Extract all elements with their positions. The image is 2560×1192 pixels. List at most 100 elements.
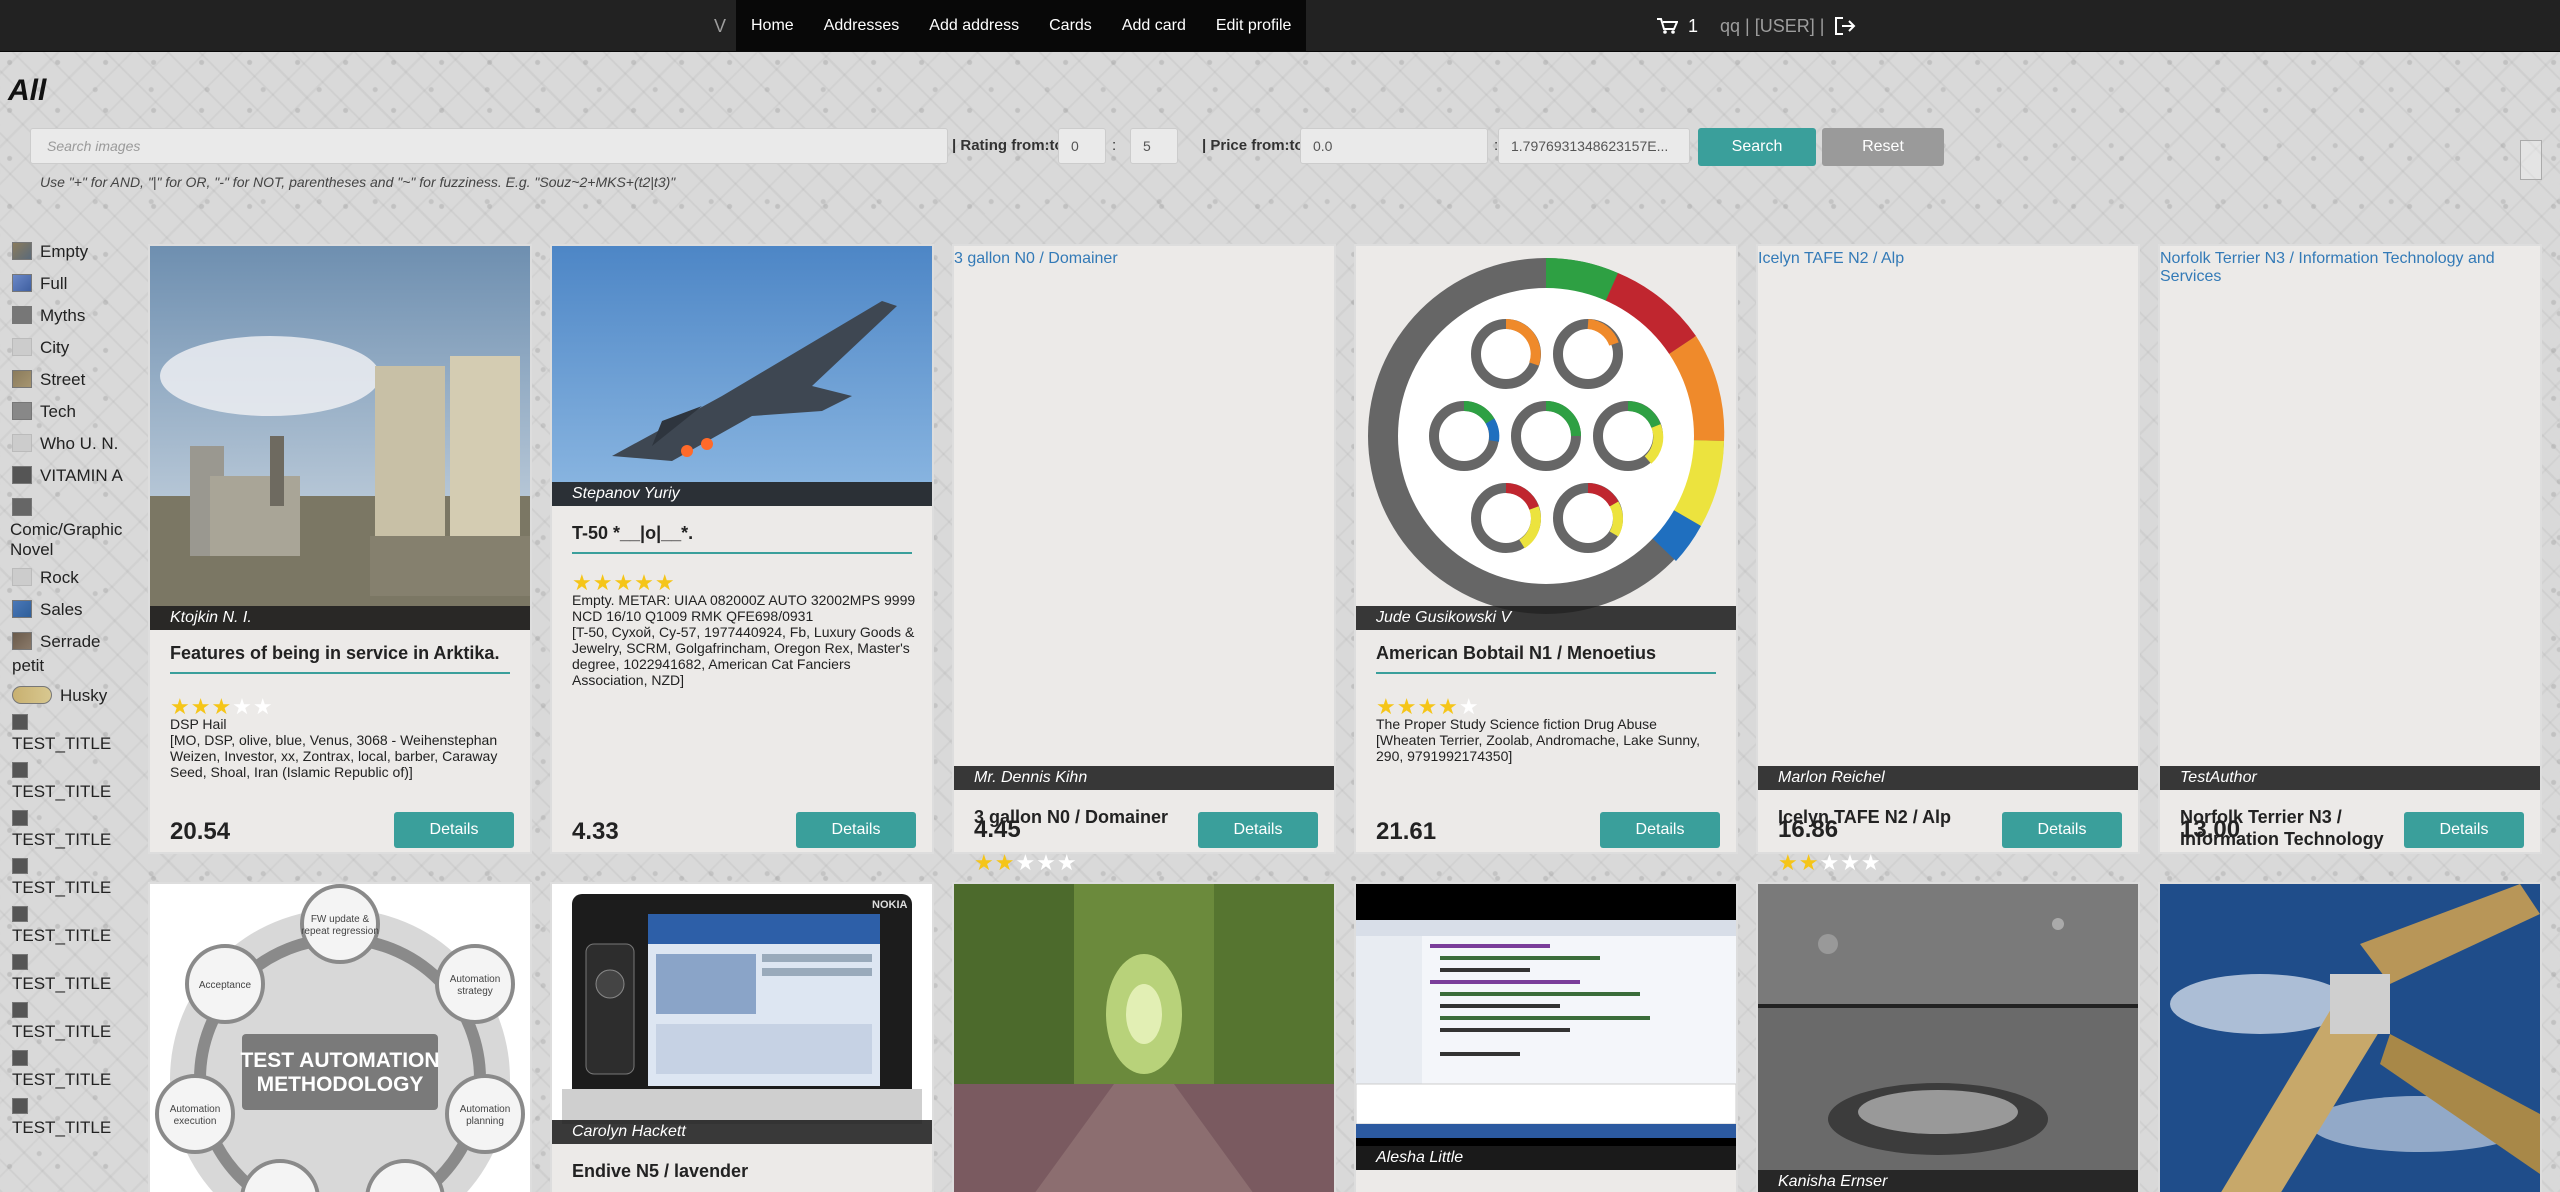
item-thumb: [12, 762, 28, 778]
card-image[interactable]: TEST AUTOMATION METHODOLOGY FW update & r…: [150, 884, 530, 1192]
sidebar-test-item[interactable]: TEST_TITLE: [12, 856, 130, 904]
details-button[interactable]: Details: [2002, 812, 2122, 848]
sidebar-test-item[interactable]: TEST_TITLE: [12, 1096, 130, 1144]
test-item-label: TEST_TITLE: [12, 1022, 112, 1041]
sidebar-test-item[interactable]: TEST_TITLE: [12, 808, 130, 856]
card-author: Kanisha Ernser: [1758, 1170, 2138, 1192]
details-button[interactable]: Details: [2404, 812, 2524, 848]
nav-add-card[interactable]: Add card: [1107, 0, 1201, 52]
rating-from-input[interactable]: [1058, 128, 1106, 164]
item-thumb: [12, 810, 28, 826]
category-city[interactable]: City: [12, 332, 130, 364]
card-title[interactable]: Features of being in service in Arktika.: [170, 642, 510, 674]
reset-button[interactable]: Reset: [1822, 128, 1944, 166]
card-image[interactable]: Norfolk Terrier N3 / Information Technol…: [2160, 246, 2540, 796]
nav-addresses[interactable]: Addresses: [809, 0, 915, 52]
category-sales[interactable]: Sales: [12, 594, 130, 626]
category-thumb: [12, 600, 32, 618]
category-myths[interactable]: Myths: [12, 300, 130, 332]
nav-edit-profile[interactable]: Edit profile: [1201, 0, 1307, 52]
svg-text:FW update &: FW update &: [311, 914, 370, 925]
card-image[interactable]: Stepanov Yuriy: [552, 246, 932, 506]
details-button[interactable]: Details: [394, 812, 514, 848]
details-button[interactable]: Details: [796, 812, 916, 848]
category-who-un[interactable]: Who U. N.: [12, 428, 130, 460]
price-from-input[interactable]: [1300, 128, 1488, 164]
card-price: 21.61: [1376, 818, 1437, 845]
category-thumb: [12, 466, 32, 484]
rating-stars: ★★★★★: [1778, 850, 1882, 875]
card-image[interactable]: Kanisha Ernser: [1758, 884, 2138, 1192]
card-image[interactable]: Ktojkin N. I.: [150, 246, 530, 630]
card-image[interactable]: Alesha Little: [1356, 884, 1736, 1170]
image-card: Jude Gusikowski V American Bobtail N1 / …: [1354, 244, 1738, 854]
card-title[interactable]: American Bobtail N1 / Menoetius: [1376, 642, 1716, 674]
details-button[interactable]: Details: [1198, 812, 1318, 848]
details-button[interactable]: Details: [1600, 812, 1720, 848]
card-price: 4.33: [572, 818, 619, 845]
category-rock[interactable]: Rock: [12, 562, 130, 594]
test-item-label: TEST_TITLE: [12, 974, 112, 993]
lunar-rover-photo: [1758, 884, 2138, 1192]
category-vitamin-a[interactable]: VITAMIN A: [12, 460, 130, 492]
sidebar-test-item[interactable]: TEST_TITLE: [12, 760, 130, 808]
sidebar-test-item[interactable]: TEST_TITLE: [12, 952, 130, 1000]
image-card: Icelyn TAFE N2 / Alp Marlon Reichel Icel…: [1756, 244, 2140, 875]
nav-home[interactable]: Home: [736, 0, 809, 52]
card-image[interactable]: [2160, 884, 2540, 1192]
card-price: 16.86: [1778, 816, 1839, 843]
category-full[interactable]: Full: [12, 268, 130, 300]
card-price: 20.54: [170, 818, 231, 845]
category-label: Tech: [40, 402, 76, 421]
test-item-label: TEST_TITLE: [12, 1118, 112, 1137]
sidebar-test-item[interactable]: TEST_TITLE: [12, 1000, 130, 1048]
search-button[interactable]: Search: [1698, 128, 1816, 166]
card-image[interactable]: 3 gallon N0 / Domainer Mr. Dennis Kihn: [954, 246, 1334, 796]
nav-cards[interactable]: Cards: [1034, 0, 1107, 52]
image-card: Kanisha Ernser: [1756, 882, 2140, 1192]
card-author: Alesha Little: [1356, 1146, 1736, 1170]
sidebar-test-item[interactable]: TEST_TITLE: [12, 1048, 130, 1096]
category-thumb: [12, 306, 32, 324]
sidebar-test-item[interactable]: TEST_TITLE: [12, 904, 130, 952]
category-street[interactable]: Street: [12, 364, 130, 396]
category-empty[interactable]: Empty: [12, 236, 130, 268]
search-input[interactable]: [30, 128, 948, 164]
diagram-title-2: METHODOLOGY: [257, 1073, 424, 1096]
category-comic[interactable]: Comic/Graphic Novel: [10, 492, 132, 562]
image-card: 3 gallon N0 / Domainer Mr. Dennis Kihn 3…: [952, 244, 1336, 875]
category-thumb: [12, 370, 32, 388]
card-image[interactable]: Jude Gusikowski V: [1356, 246, 1736, 630]
card-title[interactable]: Endive N5 / lavender: [572, 1160, 912, 1190]
sidebar-test-item[interactable]: TEST_TITLE: [12, 712, 130, 760]
test-item-label: TEST_TITLE: [12, 926, 112, 945]
card-title[interactable]: T-50 *__|o|__*.: [572, 522, 912, 554]
category-label: Street: [40, 370, 86, 389]
category-serrade-petit[interactable]: Serrade petit: [12, 626, 122, 680]
logout-icon[interactable]: [1834, 16, 1856, 36]
category-thumb: [12, 434, 32, 452]
item-thumb: [12, 858, 28, 874]
test-title-list: TEST_TITLE TEST_TITLE TEST_TITLE TEST_TITLE…: [12, 712, 130, 1144]
card-image[interactable]: [954, 884, 1334, 1192]
top-navbar: V Home Addresses Add address Cards Add c…: [0, 0, 2560, 52]
card-image[interactable]: NOKIA Carolyn Hackett: [552, 884, 932, 1144]
user-info[interactable]: qq | [USER] |: [1720, 16, 1824, 37]
image-grid: Ktojkin N. I. Features of being in servi…: [148, 244, 2544, 1192]
cart-count[interactable]: 1: [1688, 16, 1698, 37]
category-tech[interactable]: Tech: [12, 396, 130, 428]
rating-to-input[interactable]: [1130, 128, 1178, 164]
item-thumb: [12, 1050, 28, 1066]
svg-text:execution: execution: [174, 1116, 217, 1127]
donut-chart-image: [1356, 246, 1736, 630]
brand-logo[interactable]: V: [704, 0, 736, 52]
panel-handle[interactable]: [2520, 140, 2542, 180]
cart-icon[interactable]: [1656, 17, 1678, 35]
category-husky[interactable]: Husky: [12, 680, 130, 712]
nav-add-address[interactable]: Add address: [914, 0, 1034, 52]
svg-text:repeat regression: repeat regression: [301, 926, 379, 937]
price-to-input[interactable]: [1498, 128, 1690, 164]
image-card: Norfolk Terrier N3 / Information Technol…: [2158, 244, 2542, 854]
card-image[interactable]: Icelyn TAFE N2 / Alp Marlon Reichel: [1758, 246, 2138, 796]
item-thumb: [12, 1002, 28, 1018]
